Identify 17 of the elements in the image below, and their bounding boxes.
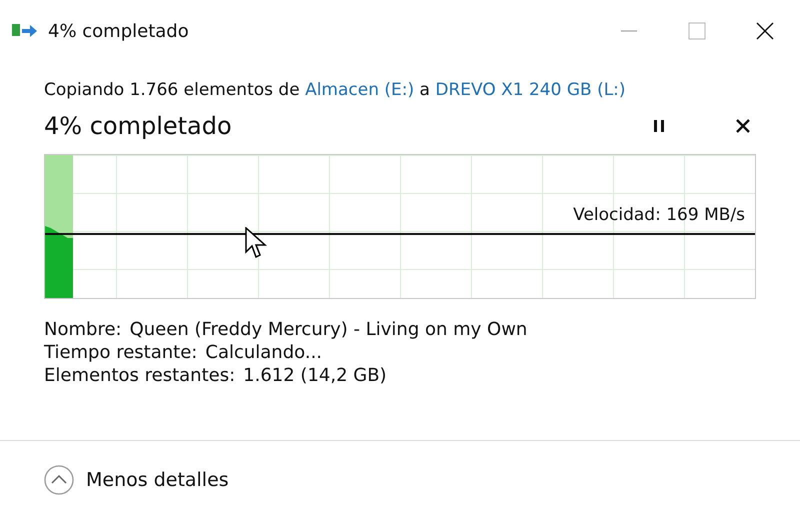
source-link[interactable]: Almacen (E:) — [305, 80, 414, 100]
close-button[interactable] — [756, 22, 774, 40]
details-toggle[interactable]: Menos detalles — [44, 465, 229, 495]
detail-value: Calculando... — [205, 342, 322, 363]
cancel-button[interactable] — [736, 119, 750, 133]
detail-label: Tiempo restante: — [44, 342, 198, 363]
destination-link[interactable]: DREVO X1 240 GB (L:) — [435, 80, 626, 100]
detail-value: 1.612 (14,2 GB) — [243, 365, 387, 386]
copy-description: Copiando 1.766 elementos de Almacen (E:) a DREVO X1 240 GB (L:) — [44, 80, 627, 100]
detail-value: Queen (Freddy Mercury) - Living on my Own — [130, 319, 528, 340]
detail-label: Elementos restantes: — [44, 365, 236, 386]
window-title: 4% completado — [48, 20, 189, 42]
detail-label: Nombre: — [44, 319, 122, 340]
progress-title: 4% completado — [44, 112, 232, 140]
pause-button[interactable] — [652, 119, 666, 133]
speed-label: Velocidad: 169 MB/s — [573, 205, 745, 225]
cursor-icon — [245, 227, 267, 259]
